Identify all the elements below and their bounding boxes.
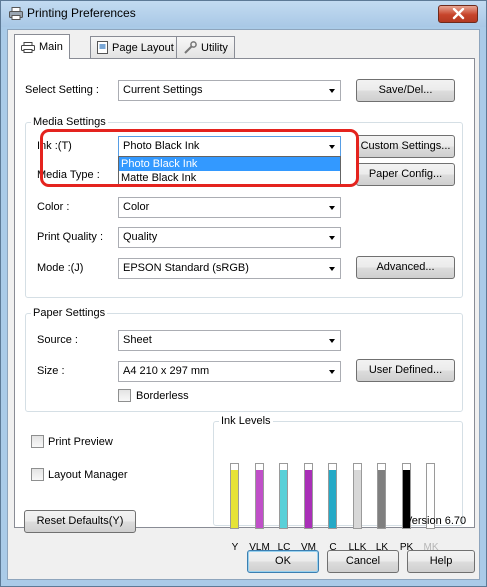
source-dropdown[interactable]: Sheet [118, 330, 341, 351]
color-dropdown[interactable]: Color [118, 197, 341, 218]
ink-levels-group: Ink Levels Y VLM LC VM C LLK LK PK MK [213, 415, 463, 553]
ink-option-photo-black[interactable]: Photo Black Ink [119, 157, 340, 171]
ink-gauge-y [230, 463, 239, 529]
ink-dropdown[interactable]: Photo Black Ink [118, 136, 341, 157]
printer-icon [9, 7, 23, 20]
print-preview-checkbox[interactable] [31, 435, 44, 448]
window-title: Printing Preferences [27, 6, 136, 20]
mode-label: Mode :(J) [37, 262, 84, 274]
select-setting-dropdown[interactable]: Current Settings [118, 80, 341, 101]
print-quality-dropdown[interactable]: Quality [118, 227, 341, 248]
size-label: Size : [37, 365, 65, 377]
ink-gauge-lk [377, 463, 386, 529]
ok-button[interactable]: OK [247, 550, 319, 573]
tab-page-layout[interactable]: Page Layout [90, 36, 181, 58]
select-setting-value: Current Settings [123, 84, 203, 96]
page-icon [97, 41, 108, 54]
mode-value: EPSON Standard (sRGB) [123, 262, 249, 274]
ink-gauge-vm [303, 463, 313, 529]
source-label: Source : [37, 334, 78, 346]
chevron-down-icon [329, 339, 335, 343]
ink-fill-vlm [255, 470, 263, 528]
print-preview-label: Print Preview [48, 436, 113, 448]
ink-gauge-c [328, 463, 337, 529]
chevron-down-icon [329, 206, 335, 210]
advanced-button[interactable]: Advanced... [356, 256, 455, 279]
color-label: Color : [37, 201, 70, 213]
wrench-icon [184, 41, 197, 54]
ink-fill-lk [378, 470, 385, 528]
tab-utility[interactable]: Utility [176, 36, 235, 58]
tab-utility-label: Utility [201, 41, 228, 54]
color-value: Color [123, 201, 150, 213]
tab-page-layout-label: Page Layout [112, 41, 174, 54]
custom-settings-button[interactable]: Custom Settings... [356, 135, 455, 158]
user-defined-button[interactable]: User Defined... [356, 359, 455, 382]
ink-fill-vm [304, 470, 312, 528]
print-quality-label: Print Quality : [37, 231, 104, 243]
save-del-button[interactable]: Save/Del... [356, 79, 455, 102]
paper-config-button[interactable]: Paper Config... [356, 163, 455, 186]
size-dropdown[interactable]: A4 210 x 297 mm [118, 361, 341, 382]
close-button[interactable] [438, 5, 478, 23]
size-value: A4 210 x 297 mm [123, 365, 210, 377]
source-value: Sheet [123, 334, 152, 346]
ink-label: Ink :(T) [37, 140, 72, 152]
ink-gauge-llk [352, 463, 362, 529]
chevron-down-icon [329, 145, 335, 149]
ink-gauge-lc [279, 463, 288, 529]
ink-levels-title: Ink Levels [219, 415, 273, 427]
ink-fill-c [329, 470, 336, 528]
ink-label-y: Y [231, 542, 239, 553]
paper-settings-title: Paper Settings [31, 307, 108, 319]
tab-main[interactable]: Main [14, 34, 70, 59]
cancel-button[interactable]: Cancel [327, 550, 399, 573]
mode-dropdown[interactable]: EPSON Standard (sRGB) [118, 258, 341, 279]
printer-icon [21, 41, 35, 53]
title-bar[interactable]: Printing Preferences [1, 1, 486, 27]
ink-option-matte-black[interactable]: Matte Black Ink [119, 171, 340, 185]
dialog-client-area: Main Page Layout Utility Select Setting … [7, 29, 480, 580]
layout-manager-checkbox[interactable] [31, 468, 44, 481]
ink-value: Photo Black Ink [123, 140, 200, 152]
media-type-label: Media Type : [37, 169, 100, 181]
close-icon [452, 8, 465, 20]
ink-fill-y [231, 470, 238, 528]
help-button[interactable]: Help [407, 550, 475, 573]
ink-fill-lc [280, 470, 287, 528]
ink-gauge-vlm [254, 463, 264, 529]
ink-dropdown-list: Photo Black Ink Matte Black Ink [118, 156, 341, 186]
version-text: Version 6.70 [405, 515, 467, 527]
tab-main-label: Main [39, 41, 63, 53]
chevron-down-icon [329, 267, 335, 271]
chevron-down-icon [329, 370, 335, 374]
select-setting-label: Select Setting : [25, 84, 99, 96]
printing-preferences-window: Printing Preferences Main Page Layout Ut… [0, 0, 487, 587]
reset-defaults-button[interactable]: Reset Defaults(Y) [24, 510, 136, 533]
print-quality-value: Quality [123, 231, 158, 243]
media-settings-title: Media Settings [31, 116, 108, 128]
layout-manager-label: Layout Manager [48, 469, 128, 481]
chevron-down-icon [329, 236, 335, 240]
borderless-checkbox[interactable] [118, 389, 131, 402]
main-tab-panel: Select Setting : Current Settings Save/D… [14, 58, 475, 553]
ink-fill-llk [353, 470, 361, 528]
borderless-label: Borderless [136, 390, 189, 402]
chevron-down-icon [329, 89, 335, 93]
